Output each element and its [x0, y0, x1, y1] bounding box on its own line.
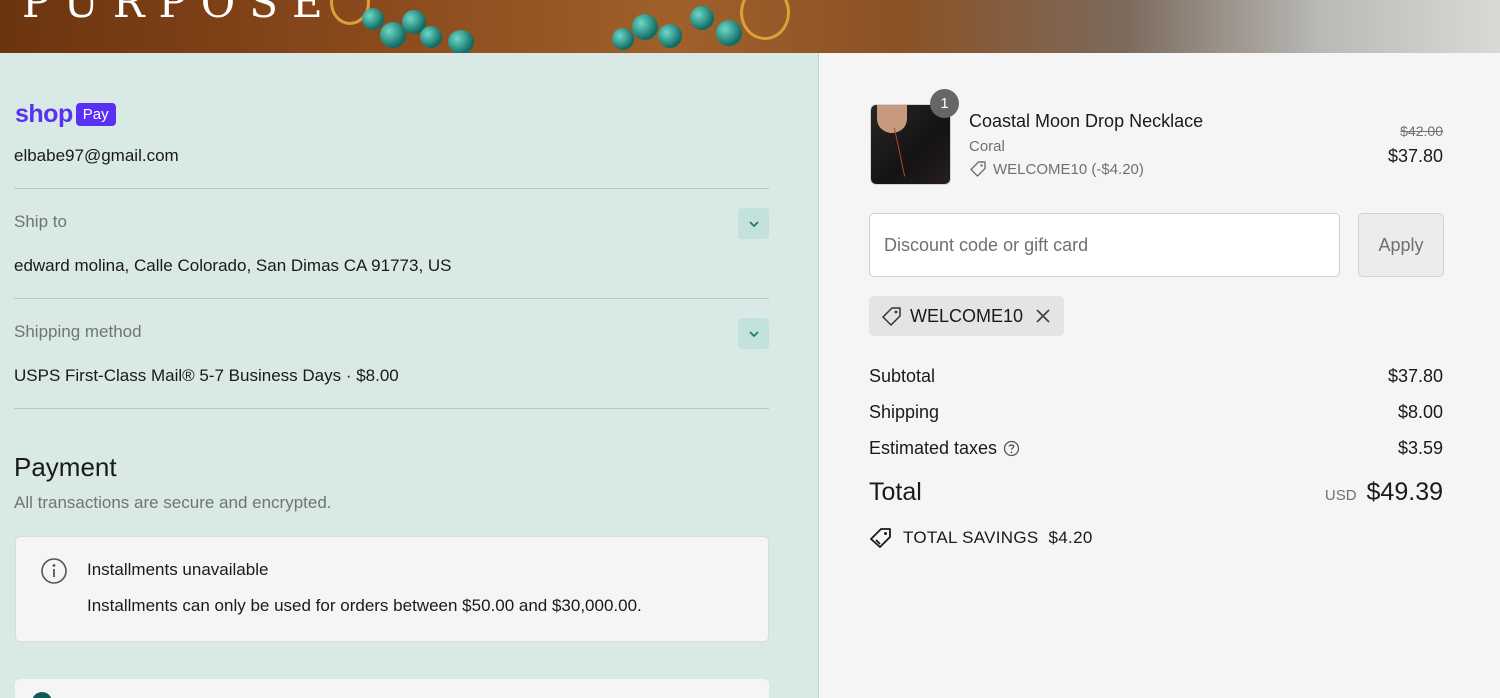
- payment-title: Payment: [14, 452, 117, 482]
- taxes-label: Estimated taxes: [869, 438, 998, 458]
- product-discount-text: WELCOME10 (-$4.20): [993, 160, 1144, 178]
- discount-code-input[interactable]: [869, 213, 1340, 277]
- chevron-down-icon: [748, 330, 759, 337]
- shipping-method-label: Shipping method: [14, 322, 142, 341]
- savings-value: $4.20: [1048, 528, 1093, 547]
- product-variant: Coral: [969, 138, 1005, 155]
- subtotal-value: $37.80: [1387, 366, 1443, 386]
- shipping-method-value: USPS First-Class Mail® 5-7 Business Days…: [14, 366, 399, 385]
- total-amount: USD $49.39: [1325, 478, 1443, 507]
- banner-decoration: [420, 26, 442, 48]
- header-banner: PURPOSE: [0, 0, 1500, 53]
- product-name: Coastal Moon Drop Necklace: [969, 111, 1204, 131]
- shop-pay-badge: Pay: [75, 103, 116, 126]
- brand-logo-text: PURPOSE: [22, 0, 337, 27]
- shop-pay-wordmark: shop: [15, 100, 73, 128]
- installments-notice: Installments unavailable Installments ca…: [15, 536, 769, 642]
- total-value: $49.39: [1366, 478, 1443, 506]
- applied-discount-code: WELCOME10: [910, 305, 1024, 326]
- installments-title: Installments unavailable: [87, 560, 269, 579]
- ship-to-toggle[interactable]: [738, 208, 769, 239]
- banner-decoration: [362, 8, 384, 30]
- banner-decoration: [716, 20, 742, 46]
- banner-decoration: [690, 6, 714, 30]
- taxes-row: Estimated taxes $3.59: [869, 438, 1443, 459]
- radio-selected-icon: [32, 692, 52, 698]
- savings-tag-icon: [870, 528, 891, 548]
- price-original: $42.00: [1400, 123, 1443, 139]
- subtotal-label: Subtotal: [869, 366, 936, 386]
- price-final: $37.80: [1387, 146, 1443, 166]
- taxes-label-group: Estimated taxes: [869, 438, 1020, 459]
- quantity-badge: 1: [930, 89, 959, 118]
- ship-to-label: Ship to: [14, 212, 67, 231]
- divider: [14, 188, 769, 189]
- help-icon[interactable]: [1003, 440, 1020, 457]
- product-image-detail: [877, 105, 907, 133]
- installments-description: Installments can only be used for orders…: [87, 596, 642, 615]
- applied-discount-chip: WELCOME10: [869, 296, 1064, 336]
- total-row: Total USD $49.39: [869, 478, 1443, 507]
- payment-subtitle: All transactions are secure and encrypte…: [14, 493, 332, 512]
- tag-icon: [970, 161, 986, 177]
- divider: [14, 408, 769, 409]
- subtotal-row: Subtotal $37.80: [869, 366, 1443, 387]
- remove-discount-icon[interactable]: [1034, 307, 1052, 325]
- shipping-row: Shipping $8.00: [869, 402, 1443, 423]
- total-currency: USD: [1324, 487, 1357, 504]
- shop-pay-logo: shop Pay: [15, 100, 116, 129]
- info-icon: [41, 558, 67, 584]
- banner-decoration: [612, 28, 634, 50]
- payment-option-card[interactable]: [15, 679, 769, 698]
- banner-decoration: [632, 14, 658, 40]
- divider: [14, 298, 769, 299]
- chevron-down-icon: [748, 220, 759, 227]
- total-label: Total: [869, 478, 922, 506]
- total-savings: TOTAL SAVINGS $4.20: [869, 527, 1093, 549]
- contact-email: elbabe97@gmail.com: [14, 146, 179, 165]
- product-discount: WELCOME10 (-$4.20): [969, 160, 1144, 178]
- banner-decoration: [658, 24, 682, 48]
- apply-discount-button[interactable]: Apply: [1358, 213, 1444, 277]
- shipping-label: Shipping: [869, 402, 940, 422]
- savings-label: TOTAL SAVINGS: [903, 528, 1039, 547]
- shipping-method-toggle[interactable]: [738, 318, 769, 349]
- shipping-value: $8.00: [1397, 402, 1443, 422]
- product-image-detail: [893, 127, 906, 177]
- tag-icon: [882, 306, 901, 326]
- banner-decoration: [740, 0, 790, 40]
- ship-to-address: edward molina, Calle Colorado, San Dimas…: [14, 256, 452, 275]
- banner-decoration: [448, 30, 474, 53]
- taxes-value: $3.59: [1397, 438, 1443, 458]
